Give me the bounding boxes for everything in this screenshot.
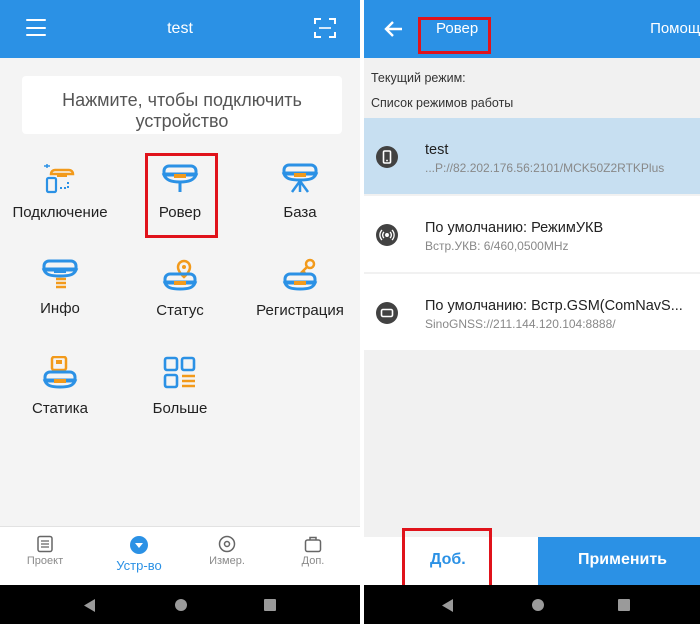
tile-connection[interactable]: Подключение [0, 162, 120, 232]
project-icon [37, 535, 53, 553]
mode-subtitle: SinoGNSS://211.144.120.104:8888/ [425, 317, 616, 331]
mode-title: По умолчанию: РежимУКВ [425, 220, 604, 236]
connect-device-prompt[interactable]: Нажмите, чтобы подключить устройство [22, 76, 342, 134]
mode-list-label: Список режимов работы [371, 96, 514, 110]
tile-label: База [283, 204, 317, 221]
mode-item[interactable]: По умолчанию: РежимУКВ Встр.УКВ: 6/460,0… [364, 196, 700, 272]
tile-label: Подключение [12, 204, 108, 221]
tile-static[interactable]: Статика [0, 356, 120, 426]
nav-extra[interactable]: Доп. [278, 535, 348, 567]
static-recording-icon [42, 356, 78, 389]
system-navigation-bar [364, 585, 700, 624]
nav-label: Проект [26, 555, 64, 567]
nav-label: Доп. [301, 555, 325, 567]
app-title: test [167, 20, 193, 37]
recents-square-icon[interactable] [618, 599, 630, 611]
home-circle-icon[interactable] [175, 599, 187, 611]
back-triangle-icon[interactable] [442, 599, 454, 612]
measure-icon [218, 535, 236, 553]
apply-button-label: Применить [578, 551, 668, 568]
help-link[interactable]: Помощь [650, 20, 700, 37]
back-triangle-icon[interactable] [84, 599, 96, 612]
tile-label: Статус [156, 302, 204, 319]
tile-label: Инфо [40, 300, 80, 317]
nav-label: Устр-во [116, 558, 162, 573]
system-navigation-bar [0, 585, 360, 624]
tile-base[interactable]: База [240, 162, 360, 232]
phone-network-icon [376, 146, 398, 168]
more-grid-icon [163, 356, 196, 389]
base-station-icon [281, 163, 319, 193]
tile-label: Статика [31, 400, 89, 417]
home-circle-icon[interactable] [532, 599, 544, 611]
connection-icon [44, 164, 75, 194]
nav-label: Измер. [209, 555, 245, 567]
current-mode-label: Текущий режим: [371, 71, 466, 85]
mode-title: По умолчанию: Встр.GSM(ComNavS... [425, 298, 683, 314]
tile-more[interactable]: Больше [120, 356, 240, 426]
app-bar: test [0, 0, 360, 58]
registration-key-icon [282, 258, 318, 291]
scan-qr-icon[interactable] [314, 18, 336, 38]
app-bar: Ровер Помощь [364, 0, 700, 58]
mode-subtitle: ...P://82.202.176.56:2101/MCK50Z2RTKPlus [425, 161, 665, 175]
radio-icon [376, 224, 398, 246]
mode-item[interactable]: test ...P://82.202.176.56:2101/MCK50Z2RT… [364, 118, 700, 194]
mode-subtitle: Встр.УКВ: 6/460,0500MHz [425, 239, 569, 253]
tile-status[interactable]: Статус [120, 258, 240, 328]
device-icon [130, 536, 148, 554]
mode-title: test [425, 142, 449, 158]
info-receiver-icon [41, 259, 79, 289]
tile-label: Регистрация [256, 302, 344, 319]
back-arrow-icon[interactable] [384, 19, 404, 39]
apply-button[interactable]: Применить [538, 537, 700, 586]
device-screen: test Нажмите, чтобы подключить устройств… [0, 0, 360, 624]
recents-square-icon[interactable] [264, 599, 276, 611]
status-location-icon [162, 259, 198, 291]
extra-icon [304, 536, 322, 553]
highlight-title [418, 17, 491, 54]
nav-measure[interactable]: Измер. [192, 535, 262, 567]
nav-project[interactable]: Проект [10, 535, 80, 567]
bottom-navigation: Проект Устр-во Измер. Доп. [0, 526, 360, 585]
tile-label: Больше [152, 400, 208, 417]
tile-info[interactable]: Инфо [0, 258, 120, 328]
gsm-icon [376, 302, 398, 324]
rover-screen: Ровер Помощь Текущий режим: Список режим… [364, 0, 700, 624]
nav-device[interactable]: Устр-во [104, 535, 174, 573]
highlight-rover [145, 153, 218, 238]
tile-registration[interactable]: Регистрация [240, 258, 360, 328]
mode-item[interactable]: По умолчанию: Встр.GSM(ComNavS... SinoGN… [364, 274, 700, 350]
